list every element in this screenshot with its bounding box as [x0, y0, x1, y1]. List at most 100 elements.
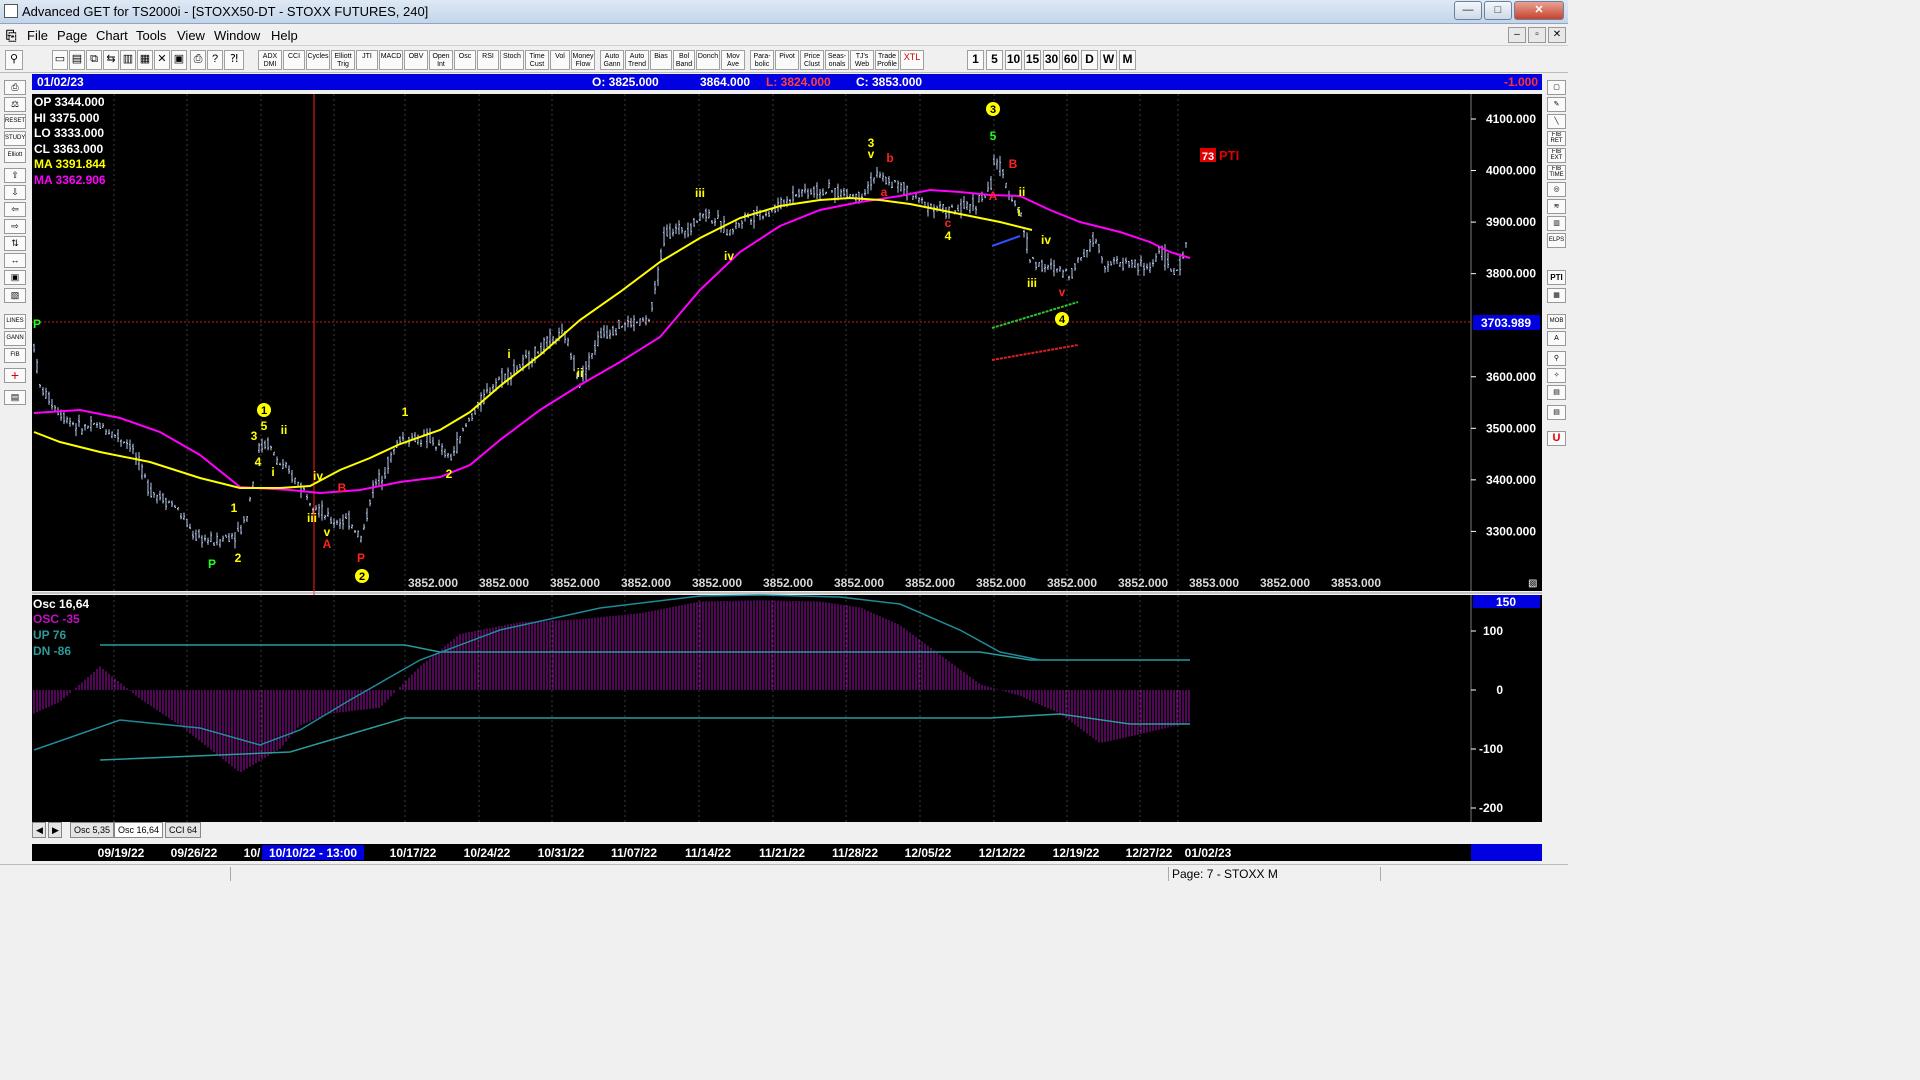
date-label: 10/31/22 [538, 846, 585, 860]
wave-label: i [271, 465, 274, 479]
osc-tick-label: -100 [1479, 742, 1503, 756]
bottom-value: 3852.000 [550, 576, 600, 590]
price-tick-label: 3600.000 [1486, 370, 1536, 384]
date-label: 01/02/23 [1185, 846, 1232, 860]
wave-label: iii [695, 186, 705, 200]
osc-dn-value: DN -86 [33, 644, 71, 658]
header-date: 01/02/23 [37, 75, 84, 89]
header-open: O: 3825.000 [592, 75, 659, 89]
wave-label: i [1017, 205, 1020, 219]
bottom-value: 3852.000 [1118, 576, 1168, 590]
wave-label: v [868, 147, 875, 161]
wave-label: 4 [1059, 314, 1066, 326]
info-close: CL 3363.000 [34, 142, 103, 156]
wave-label: A [989, 189, 998, 203]
bottom-value: 3852.000 [834, 576, 884, 590]
osc-title: Osc 16,64 [33, 597, 89, 611]
header-low: L: 3824.000 [766, 75, 831, 89]
osc-tick-label: 0 [1496, 683, 1503, 697]
wave-label: 4 [945, 229, 952, 243]
info-open: OP 3344.000 [34, 95, 105, 109]
bottom-value: 3853.000 [1331, 576, 1381, 590]
wave-label: iv [1041, 233, 1051, 247]
cursor-price-label: 3703.989 [1481, 316, 1531, 330]
pti-label: PTI [1219, 148, 1239, 163]
header-high: 3864.000 [700, 75, 750, 89]
wave-label: 1 [231, 501, 238, 515]
price-tick-label: 4000.000 [1486, 164, 1536, 178]
osc-tick-150: 150 [1496, 595, 1516, 609]
bottom-value: 3852.000 [976, 576, 1026, 590]
wave-label: P [33, 317, 41, 331]
tab-cci-64[interactable]: CCI 64 [165, 822, 202, 838]
date-label: 11/14/22 [685, 846, 731, 860]
wave-label: iii [307, 511, 317, 525]
header-change: -1.000 [1504, 75, 1538, 89]
status-bar: Page: 7 - STOXX M [0, 864, 1568, 882]
info-ma-slow: MA 3362.906 [34, 173, 106, 187]
osc-tick-label: 100 [1483, 624, 1503, 638]
wave-label: v [1059, 285, 1066, 299]
wave-label: ii [1019, 185, 1026, 199]
wave-label: 3 [251, 429, 258, 443]
wave-label: ii [577, 366, 584, 380]
wave-label: 2 [235, 551, 242, 565]
wave-label: ii [281, 423, 288, 437]
osc-up-value: UP 76 [33, 628, 66, 642]
wave-label: 4 [255, 455, 262, 469]
date-label: 09/26/22 [171, 846, 218, 860]
bottom-value: 3852.000 [1260, 576, 1310, 590]
date-label: 11/21/22 [759, 846, 805, 860]
bottom-value: 3852.000 [479, 576, 529, 590]
date-label: 10/ [244, 846, 261, 860]
wave-label: a [881, 185, 888, 199]
price-tick-label: 3300.000 [1486, 524, 1536, 538]
tab-osc-16-64[interactable]: Osc 16,64 [114, 822, 164, 838]
osc-value: OSC -35 [33, 612, 80, 626]
date-label: 12/12/22 [979, 846, 1026, 860]
tab-scroll-right-icon[interactable]: ▶ [48, 822, 62, 838]
date-label: 11/07/22 [611, 846, 657, 860]
date-label: 09/19/22 [98, 846, 145, 860]
date-label: 10/17/22 [390, 846, 437, 860]
price-tick-label: 3400.000 [1486, 473, 1536, 487]
osc-tick-label: -200 [1479, 801, 1503, 815]
pti-value: 73 [1202, 151, 1214, 163]
info-ma-fast: MA 3391.844 [34, 157, 106, 171]
bottom-value: 3852.000 [621, 576, 671, 590]
chart-canvas[interactable]: 01/02/23 O: 3825.000 3864.000 L: 3824.00… [0, 0, 1568, 882]
wave-label: 1 [261, 405, 267, 417]
wave-label: P [357, 551, 365, 565]
price-tick-label: 3800.000 [1486, 267, 1536, 281]
wave-label: P [208, 557, 216, 571]
wave-label: B [1009, 157, 1018, 171]
price-tick-label: 3900.000 [1486, 215, 1536, 229]
date-label: 12/05/22 [905, 846, 952, 860]
date-label: 10/24/22 [464, 846, 511, 860]
tab-osc-5-35[interactable]: Osc 5,35 [70, 822, 115, 838]
panel-resize-icon[interactable]: ▧ [1528, 578, 1537, 589]
wave-label: i [507, 347, 510, 361]
time-cursor-label: 10/10/22 - 13:00 [269, 846, 357, 860]
status-page: Page: 7 - STOXX M [1172, 867, 1278, 881]
date-label: 11/28/22 [832, 846, 878, 860]
header-close: C: 3853.000 [856, 75, 922, 89]
date-label: 12/27/22 [1126, 846, 1173, 860]
wave-label: 5 [990, 129, 997, 143]
info-high: HI 3375.000 [34, 111, 100, 125]
wave-label: c [945, 216, 952, 230]
wave-label: 2 [446, 467, 453, 481]
bottom-value: 3852.000 [408, 576, 458, 590]
wave-label: iv [313, 469, 323, 483]
wave-label: B [338, 481, 347, 495]
wave-label: A [323, 537, 332, 551]
tab-scroll-left-icon[interactable]: ◀ [32, 822, 46, 838]
date-label: 12/19/22 [1053, 846, 1100, 860]
bottom-value: 3852.000 [1047, 576, 1097, 590]
wave-label: 1 [402, 405, 409, 419]
info-low: LO 3333.000 [34, 126, 104, 140]
wave-label: 2 [359, 571, 365, 583]
bottom-value: 3852.000 [763, 576, 813, 590]
price-tick-label: 4100.000 [1486, 112, 1536, 126]
wave-label: iv [724, 249, 734, 263]
